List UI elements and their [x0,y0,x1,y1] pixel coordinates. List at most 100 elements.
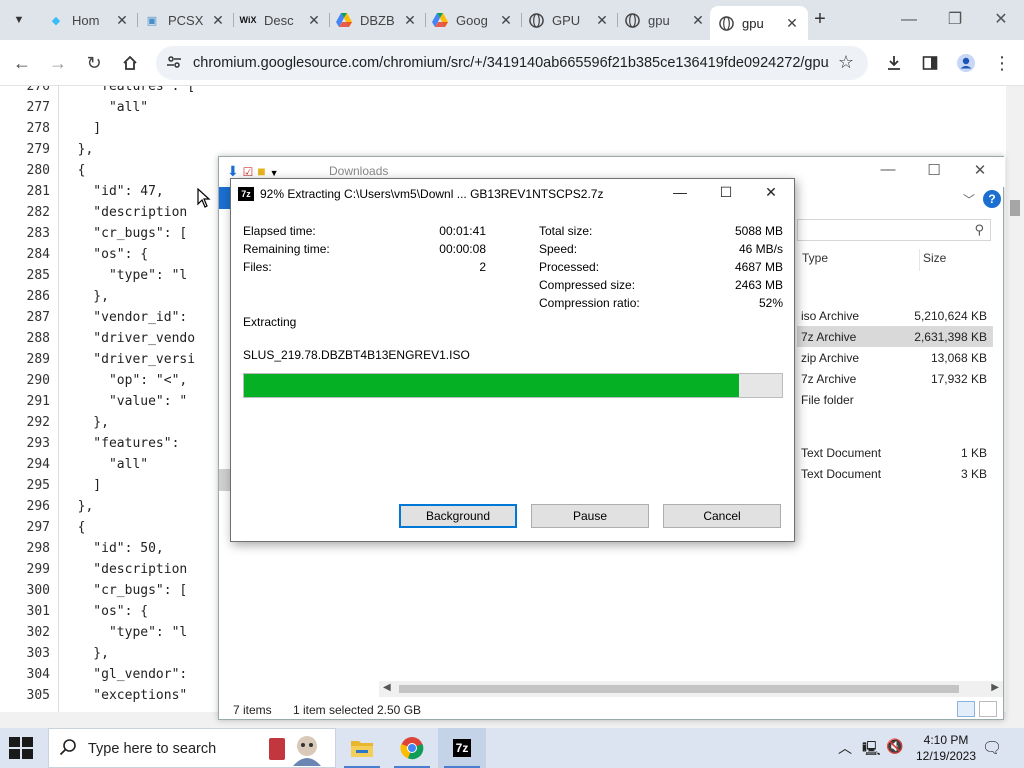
browser-tab-7[interactable]: gpu ✕ [616,6,714,34]
tab-title: gpu [742,15,764,31]
tray-overflow-chevron-icon[interactable]: ︿ [838,738,852,758]
bookmark-star-icon[interactable]: ☆ [838,52,854,73]
tab-close-icon[interactable]: ✕ [306,12,322,29]
browser-tab-4[interactable]: DBZB ✕ [328,6,426,34]
new-tab-plus-icon[interactable]: + [808,8,832,32]
home-icon[interactable] [116,49,144,77]
browser-tab-1[interactable]: ◆ Hom ✕ [40,6,138,34]
explorer-maximize-icon[interactable]: ☐ [919,161,949,179]
help-icon[interactable]: ? [983,190,1001,208]
explorer-status-bar: 7 items 1 item selected 2.50 GB [219,699,1005,721]
chrome-taskbar-icon[interactable] [388,728,436,768]
site-info-icon[interactable] [166,54,182,73]
line-number: 281 [26,184,50,199]
total-size-value: 5088 MB [734,224,783,238]
tab-close-icon[interactable]: ✕ [690,12,706,29]
browser-tab-2[interactable]: ▣ PCSX ✕ [136,6,234,34]
code-text: "exceptions" [62,688,188,703]
notification-center-icon[interactable]: 🗨 [982,738,1002,758]
details-view-icon[interactable] [957,701,975,717]
line-number: 294 [26,457,50,472]
file-row[interactable]: Text Document 3 KB [797,463,993,484]
folder-icon[interactable]: ■ [257,163,265,179]
scroll-right-icon[interactable]: ▶ [991,682,999,693]
download-icon[interactable] [880,49,908,77]
windows-start-icon[interactable] [8,736,34,760]
address-bar[interactable]: chromium.googlesource.com/chromium/src/+… [156,46,868,80]
extraction-progress-dialog: 7z 92% Extracting C:\Users\vm5\Downl ...… [230,178,795,542]
file-list-horizontal-scrollbar[interactable]: ◀ ▶ [379,681,1003,697]
explorer-search-box[interactable]: ⚲ [797,219,991,241]
pause-button[interactable]: Pause [531,504,649,528]
column-header-type[interactable]: Type [802,251,828,265]
file-row[interactable]: Text Document 1 KB [797,442,993,463]
scroll-left-icon[interactable]: ◀ [383,682,391,693]
background-button[interactable]: Background [399,504,517,528]
browser-tab-8-active[interactable]: gpu ✕ [710,6,808,40]
taskbar-search-box[interactable]: Type here to search [48,728,336,768]
browser-tab-3[interactable]: WiX Desc ✕ [232,6,330,34]
reload-icon[interactable]: ↻ [80,49,108,77]
dialog-close-icon[interactable]: ✕ [756,184,786,201]
line-number: 298 [26,541,50,556]
column-header-size[interactable]: Size [923,251,946,265]
scroll-thumb[interactable] [1010,200,1020,216]
code-text: }, [62,289,109,304]
code-text: { [62,163,86,178]
code-text: "features": [62,436,180,451]
restore-icon[interactable]: ❐ [932,6,978,34]
remaining-time-value: 00:00:08 [439,242,486,256]
side-panel-icon[interactable] [916,49,944,77]
search-icon [59,738,77,761]
search-highlight-illustration-icon [269,736,321,766]
file-row[interactable]: iso Archive 5,210,624 KB [797,305,993,326]
tab-close-icon[interactable]: ✕ [402,12,418,29]
tab-close-icon[interactable]: ✕ [784,15,800,32]
tab-close-icon[interactable]: ✕ [210,12,226,29]
browser-tab-6[interactable]: GPU ✕ [520,6,618,34]
explorer-minimize-icon[interactable]: — [873,161,903,178]
tab-close-icon[interactable]: ✕ [594,12,610,29]
tab-close-icon[interactable]: ✕ [114,12,130,29]
taskbar-clock[interactable]: 4:10 PM 12/19/2023 [914,732,978,764]
search-placeholder: Type here to search [88,741,217,757]
profile-avatar-icon[interactable] [952,49,980,77]
file-row[interactable]: 7z Archive 17,932 KB [797,368,993,389]
7zip-taskbar-icon[interactable]: 7z [438,728,486,768]
file-explorer-taskbar-icon[interactable] [338,728,386,768]
properties-icon[interactable]: ☑ [243,165,254,179]
page-vertical-scrollbar[interactable] [1006,86,1024,712]
menu-kebab-icon[interactable]: ⋮ [988,49,1016,77]
close-window-icon[interactable]: ✕ [978,6,1024,34]
file-row[interactable]: File folder [797,389,993,410]
search-icon: ⚲ [974,222,984,237]
large-icons-view-icon[interactable] [979,701,997,717]
code-text: }, [62,499,94,514]
forward-arrow-icon[interactable]: → [44,49,72,77]
back-arrow-icon[interactable]: ← [8,49,36,77]
line-number: 277 [26,100,50,115]
dialog-maximize-icon[interactable]: ☐ [711,184,741,201]
chevron-down-icon[interactable]: ▼ [270,168,279,178]
cancel-button[interactable]: Cancel [663,504,781,528]
explorer-close-icon[interactable]: ✕ [965,161,995,179]
column-divider[interactable] [919,249,920,271]
7zip-icon: 7z [238,187,254,201]
tab-title: gpu [648,12,670,28]
selection-size: 2.50 GB [377,703,422,717]
code-text: ] [62,121,102,136]
ribbon-expand-icon[interactable]: ﹀ [963,191,975,208]
network-icon[interactable]: 🖳 [862,738,881,762]
scroll-thumb[interactable] [399,685,959,693]
code-text: "value": " [62,394,188,409]
minimize-icon[interactable]: — [886,6,932,34]
file-row[interactable]: zip Archive 13,068 KB [797,347,993,368]
extraction-progress-bar [243,373,783,398]
code-text: "id": 47, [62,184,164,199]
dialog-minimize-icon[interactable]: — [665,184,695,200]
browser-tab-5[interactable]: Goog ✕ [424,6,522,34]
volume-muted-icon[interactable]: 🔇 [886,738,903,755]
tab-close-icon[interactable]: ✕ [498,12,514,29]
file-row-selected[interactable]: 7z Archive 2,631,398 KB [797,326,993,347]
tab-search-chevron-icon[interactable]: ▼ [6,8,32,32]
